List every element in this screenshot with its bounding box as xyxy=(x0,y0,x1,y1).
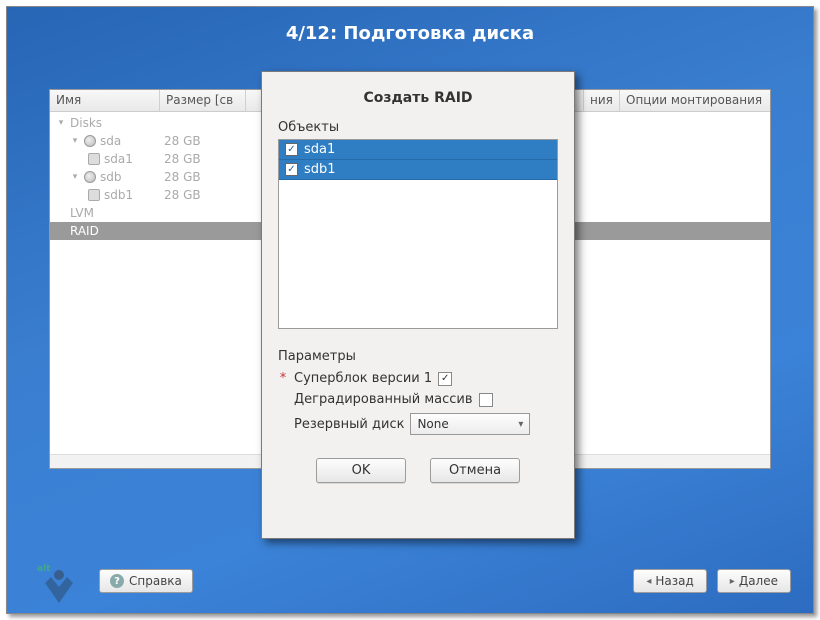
cancel-button[interactable]: Отмена xyxy=(430,458,520,483)
spare-value: None xyxy=(417,417,448,431)
help-icon: ? xyxy=(110,574,124,588)
help-button[interactable]: ? Справка xyxy=(99,569,193,593)
chevron-down-icon[interactable]: ▾ xyxy=(70,136,80,146)
page-title: 4/12: Подготовка диска xyxy=(7,7,813,54)
footer: alt ? Справка ◂ Назад ▸ Далее xyxy=(7,549,813,613)
dialog-title: Создать RAID xyxy=(262,72,574,120)
checkbox[interactable]: ✓ xyxy=(285,143,298,156)
col-size[interactable]: Размер [св xyxy=(160,90,246,111)
svg-text:alt: alt xyxy=(37,564,51,574)
chevron-left-icon: ◂ xyxy=(646,576,651,587)
ok-button[interactable]: OK xyxy=(316,458,406,483)
objects-listbox[interactable]: ✓ sda1 ✓ sdb1 xyxy=(278,139,558,329)
partition-icon xyxy=(88,153,100,165)
list-item[interactable]: ✓ sda1 xyxy=(279,140,557,160)
col-name[interactable]: Имя xyxy=(50,90,160,111)
tree-group-raid[interactable]: RAID xyxy=(70,224,99,238)
degraded-checkbox[interactable] xyxy=(479,393,493,407)
checkbox[interactable]: ✓ xyxy=(285,163,298,176)
tree-size: 28 GB xyxy=(160,152,246,166)
superblock-checkbox[interactable]: ✓ xyxy=(438,372,452,386)
create-raid-dialog: Создать RAID Объекты ✓ sda1 ✓ sdb1 Парам… xyxy=(261,71,575,539)
chevron-right-icon: ▸ xyxy=(730,576,735,587)
tree-size: 28 GB xyxy=(160,170,246,184)
help-label: Справка xyxy=(129,574,182,588)
disk-icon xyxy=(84,171,96,183)
disk-icon xyxy=(84,135,96,147)
list-item-label: sda1 xyxy=(304,142,335,157)
col-partial[interactable]: ния xyxy=(584,90,620,111)
tree-size: 28 GB xyxy=(160,188,246,202)
back-label: Назад xyxy=(655,574,693,588)
superblock-label: Суперблок версии 1 xyxy=(294,371,432,386)
tree-group-disks[interactable]: Disks xyxy=(70,116,102,130)
alt-linux-logo-icon: alt xyxy=(29,557,89,605)
next-button[interactable]: ▸ Далее xyxy=(717,569,791,593)
tree-item[interactable]: sda1 xyxy=(104,152,133,166)
chevron-down-icon: ▾ xyxy=(518,419,523,430)
spare-label: Резервный диск xyxy=(294,417,404,432)
list-item-label: sdb1 xyxy=(304,162,336,177)
next-label: Далее xyxy=(739,574,778,588)
tree-size: 28 GB xyxy=(160,134,246,148)
chevron-down-icon[interactable]: ▾ xyxy=(56,118,66,128)
required-icon: * xyxy=(278,371,288,386)
list-item[interactable]: ✓ sdb1 xyxy=(279,160,557,180)
col-mount[interactable]: Опции монтирования xyxy=(620,90,770,111)
chevron-down-icon[interactable]: ▾ xyxy=(70,172,80,182)
back-button[interactable]: ◂ Назад xyxy=(633,569,706,593)
tree-item[interactable]: sda xyxy=(100,134,121,148)
objects-label: Объекты xyxy=(262,120,574,139)
partition-icon xyxy=(88,189,100,201)
tree-item[interactable]: sdb xyxy=(100,170,122,184)
params-label: Параметры xyxy=(278,349,558,368)
degraded-label: Деградированный массив xyxy=(294,392,473,407)
tree-item[interactable]: sdb1 xyxy=(104,188,133,202)
spare-select[interactable]: None ▾ xyxy=(410,413,530,435)
tree-group-lvm[interactable]: LVM xyxy=(70,206,94,220)
